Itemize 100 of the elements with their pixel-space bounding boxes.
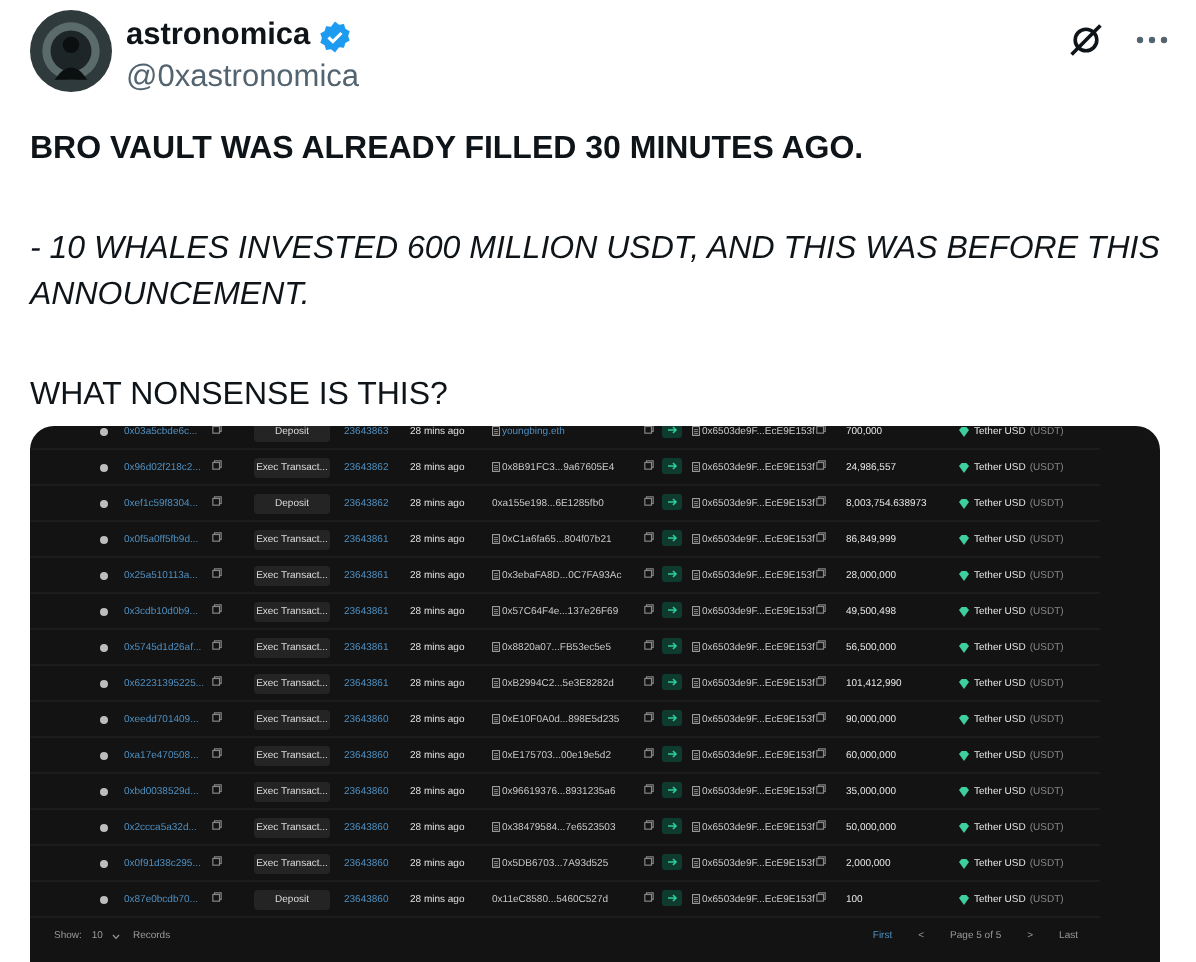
copy-icon[interactable] (816, 426, 826, 434)
arrow-badge-icon (662, 745, 682, 761)
status-dot-icon (100, 499, 108, 507)
copy-icon[interactable] (212, 640, 222, 650)
copy-icon[interactable] (644, 712, 654, 722)
copy-icon[interactable] (644, 856, 654, 866)
arrow-badge-icon (662, 781, 682, 797)
more-icon[interactable] (1136, 36, 1168, 44)
copy-icon[interactable] (816, 460, 826, 470)
tweet-paragraph: BRO VAULT WAS ALREADY FILLED 30 MINUTES AGO. (30, 130, 866, 170)
copy-icon[interactable] (816, 676, 826, 686)
document-icon (692, 426, 700, 436)
status-dot-icon (100, 823, 108, 831)
author-handle[interactable]: @0xastronomica (126, 60, 1068, 96)
copy-icon[interactable] (212, 426, 222, 434)
document-icon (692, 642, 700, 652)
copy-icon[interactable] (816, 640, 826, 650)
gem-icon (958, 713, 970, 725)
status-dot-icon (100, 787, 108, 795)
arrow-badge-icon (662, 529, 682, 545)
copy-icon[interactable] (644, 604, 654, 614)
gem-icon (958, 857, 970, 869)
copy-icon[interactable] (212, 496, 222, 506)
copy-icon[interactable] (644, 532, 654, 542)
copy-icon[interactable] (212, 748, 222, 758)
slashed-circle-icon[interactable] (1068, 22, 1104, 58)
copy-icon[interactable] (816, 748, 826, 758)
copy-icon[interactable] (816, 712, 826, 722)
copy-icon[interactable] (212, 676, 222, 686)
caret-icon[interactable] (112, 933, 121, 939)
document-icon (692, 786, 700, 796)
copy-icon[interactable] (212, 460, 222, 470)
gem-icon (958, 605, 970, 617)
copy-icon[interactable] (644, 568, 654, 578)
copy-icon[interactable] (816, 532, 826, 542)
gem-icon (958, 426, 970, 437)
status-dot-icon (100, 463, 108, 471)
gem-icon (958, 533, 970, 545)
gem-icon (958, 569, 970, 581)
status-dot-icon (100, 859, 108, 867)
gem-icon (958, 497, 970, 509)
status-dot-icon (100, 427, 108, 435)
gem-icon (958, 677, 970, 689)
copy-icon[interactable] (212, 568, 222, 578)
document-icon (692, 894, 700, 904)
copy-icon[interactable] (816, 496, 826, 506)
arrow-badge-icon (662, 601, 682, 617)
document-icon (692, 498, 700, 508)
avatar[interactable] (30, 10, 112, 92)
copy-icon[interactable] (644, 892, 654, 902)
copy-icon[interactable] (212, 820, 222, 830)
author-name[interactable]: astronomica (126, 18, 311, 54)
copy-icon[interactable] (212, 856, 222, 866)
copy-icon[interactable] (644, 748, 654, 758)
gem-icon (958, 821, 970, 833)
copy-icon[interactable] (212, 532, 222, 542)
arrow-badge-icon (662, 889, 682, 905)
copy-icon[interactable] (816, 892, 826, 902)
copy-icon[interactable] (816, 604, 826, 614)
copy-icon[interactable] (816, 856, 826, 866)
gem-icon (958, 749, 970, 761)
copy-icon[interactable] (212, 712, 222, 722)
arrow-badge-icon (662, 853, 682, 869)
tweet-paragraph: WHAT NONSENSE IS THIS? (30, 376, 450, 416)
copy-icon[interactable] (816, 568, 826, 578)
copy-icon[interactable] (644, 460, 654, 470)
status-dot-icon (100, 571, 108, 579)
document-icon (692, 606, 700, 616)
document-icon (692, 714, 700, 724)
status-dot-icon (100, 643, 108, 651)
gem-icon (958, 785, 970, 797)
arrow-badge-icon (662, 817, 682, 833)
status-dot-icon (100, 751, 108, 759)
copy-icon[interactable] (644, 496, 654, 506)
copy-icon[interactable] (816, 784, 826, 794)
copy-icon[interactable] (212, 784, 222, 794)
arrow-badge-icon (662, 493, 682, 509)
copy-icon[interactable] (212, 892, 222, 902)
document-icon (692, 822, 700, 832)
arrow-badge-icon (662, 673, 682, 689)
status-dot-icon (100, 607, 108, 615)
document-icon (692, 750, 700, 760)
document-icon (692, 678, 700, 688)
gem-icon (958, 641, 970, 653)
arrow-badge-icon (662, 565, 682, 581)
copy-icon[interactable] (644, 784, 654, 794)
gem-icon (958, 893, 970, 905)
tweet-paragraph: - 10 WHALES INVESTED 600 MILLION USDT, AND THIS WAS BEFORE THIS ANNOUNCEMENT. (30, 230, 1162, 316)
copy-icon[interactable] (816, 820, 826, 830)
status-dot-icon (100, 895, 108, 903)
document-icon (692, 534, 700, 544)
copy-icon[interactable] (644, 676, 654, 686)
copy-icon[interactable] (644, 820, 654, 830)
status-dot-icon (100, 715, 108, 723)
arrow-badge-icon (662, 457, 682, 473)
copy-icon[interactable] (644, 426, 654, 434)
copy-icon[interactable] (644, 640, 654, 650)
document-icon (692, 858, 700, 868)
copy-icon[interactable] (212, 604, 222, 614)
arrow-badge-icon (662, 637, 682, 653)
